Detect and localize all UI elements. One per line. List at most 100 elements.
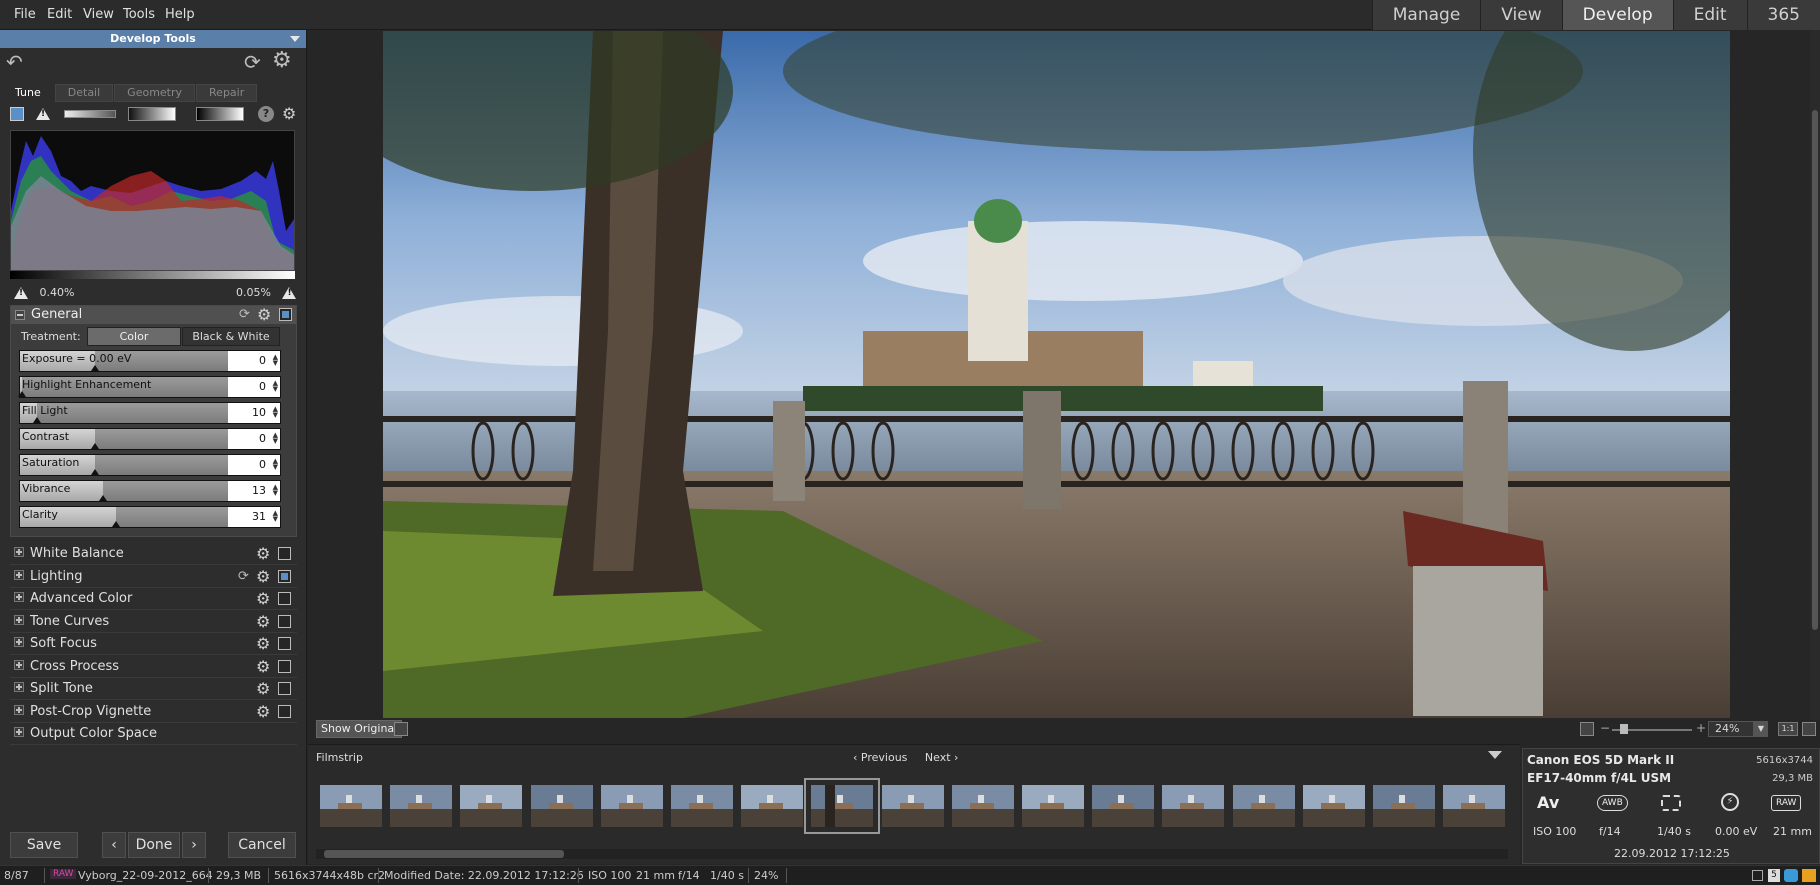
tab-tune[interactable]: Tune bbox=[4, 84, 54, 102]
section-gear-icon[interactable]: ⚙ bbox=[256, 568, 270, 585]
filmstrip-thumbnail[interactable] bbox=[460, 785, 523, 827]
section-enable-checkbox[interactable] bbox=[278, 704, 291, 718]
slider-knob[interactable] bbox=[91, 365, 99, 371]
filmstrip-thumbnail[interactable] bbox=[600, 785, 663, 827]
slider-3[interactable]: Contrast 0 ▲ ▼ bbox=[19, 428, 281, 450]
mode-develop[interactable]: Develop bbox=[1561, 0, 1673, 30]
previous-image-button[interactable]: ‹ bbox=[102, 832, 126, 858]
compare-icon[interactable] bbox=[394, 722, 408, 736]
filmstrip-thumbnail[interactable] bbox=[1443, 785, 1506, 827]
save-button[interactable]: Save bbox=[10, 832, 78, 858]
spinner-icon[interactable]: ▲ ▼ bbox=[273, 458, 278, 471]
collapse-minus-icon[interactable] bbox=[15, 310, 25, 320]
section-gear-icon[interactable]: ⚙ bbox=[256, 703, 270, 720]
filmstrip-previous[interactable]: ‹ Previous bbox=[853, 751, 907, 764]
general-reset-icon[interactable]: ⟳ bbox=[239, 308, 250, 322]
fit-screen-icon[interactable] bbox=[1802, 722, 1816, 736]
expand-plus-icon[interactable] bbox=[14, 637, 24, 647]
section-4[interactable]: Soft Focus ⚙ bbox=[10, 633, 297, 655]
slider-knob[interactable] bbox=[99, 495, 107, 501]
shadow-clip-warning-icon[interactable] bbox=[14, 287, 28, 299]
menu-help[interactable]: Help bbox=[165, 7, 195, 22]
section-2[interactable]: Advanced Color ⚙ bbox=[10, 588, 297, 610]
slider-0[interactable]: Exposure = 0.00 eV 0 ▲ ▼ bbox=[19, 350, 281, 372]
tab-geometry[interactable]: Geometry bbox=[114, 84, 196, 102]
shadow-gradient-icon[interactable] bbox=[128, 107, 176, 121]
filmstrip-thumbnail[interactable] bbox=[741, 785, 804, 827]
collapse-triangle-icon[interactable] bbox=[290, 36, 300, 42]
slider-knob[interactable] bbox=[33, 417, 41, 423]
zoom-in-icon[interactable]: + bbox=[1696, 721, 1706, 735]
section-gear-icon[interactable]: ⚙ bbox=[256, 613, 270, 630]
filmstrip-scroll-thumb[interactable] bbox=[324, 850, 564, 858]
spinner-icon[interactable]: ▲ ▼ bbox=[273, 484, 278, 497]
cancel-button[interactable]: Cancel bbox=[228, 832, 296, 858]
filmstrip-thumbnail[interactable] bbox=[390, 785, 453, 827]
treatment-color-button[interactable]: Color bbox=[87, 327, 181, 346]
filmstrip-thumbnail[interactable] bbox=[1232, 785, 1295, 827]
spinner-icon[interactable]: ▲ ▼ bbox=[273, 406, 278, 419]
expand-plus-icon[interactable] bbox=[14, 614, 24, 625]
filmstrip-next[interactable]: Next › bbox=[925, 751, 959, 764]
filmstrip-thumbnail[interactable] bbox=[1302, 785, 1365, 827]
section-6[interactable]: Split Tone ⚙ bbox=[10, 678, 297, 700]
section-gear-icon[interactable]: ⚙ bbox=[256, 658, 270, 675]
slider-5[interactable]: Vibrance 13 ▲ ▼ bbox=[19, 480, 281, 502]
expand-plus-icon[interactable] bbox=[14, 727, 24, 737]
mode-manage[interactable]: Manage bbox=[1371, 0, 1481, 30]
tab-detail[interactable]: Detail bbox=[54, 84, 114, 102]
section-7[interactable]: Post-Crop Vignette ⚙ bbox=[10, 701, 297, 723]
mode-edit[interactable]: Edit bbox=[1672, 0, 1747, 30]
section-enable-checkbox[interactable] bbox=[278, 592, 291, 605]
mode-view[interactable]: View bbox=[1480, 0, 1562, 30]
section-reset-icon[interactable]: ⟳ bbox=[238, 569, 249, 584]
general-enable-checkbox[interactable] bbox=[279, 308, 292, 321]
mode-365[interactable]: 365 bbox=[1746, 0, 1820, 30]
filmstrip-thumbnail[interactable] bbox=[951, 785, 1014, 827]
scrollbar-thumb[interactable] bbox=[1812, 110, 1818, 630]
filmstrip-thumbnail[interactable] bbox=[1092, 785, 1155, 827]
filmstrip-thumbnail[interactable] bbox=[1373, 785, 1435, 827]
expand-plus-icon[interactable] bbox=[14, 547, 24, 557]
filmstrip-thumbnail[interactable] bbox=[804, 778, 881, 834]
general-gear-icon[interactable]: ⚙ bbox=[257, 307, 271, 323]
expand-plus-icon[interactable] bbox=[14, 659, 24, 670]
clipping-warning-icon[interactable] bbox=[36, 108, 50, 120]
expand-plus-icon[interactable] bbox=[14, 569, 24, 580]
zoom-slider-knob[interactable] bbox=[1620, 724, 1628, 734]
zoom-level-field[interactable]: 24% bbox=[1708, 721, 1754, 737]
settings-gear-icon[interactable]: ⚙ bbox=[272, 48, 292, 73]
brightness-slider-icon[interactable] bbox=[64, 110, 116, 118]
slider-knob[interactable] bbox=[112, 521, 120, 527]
section-8[interactable]: Output Color Space bbox=[10, 723, 297, 745]
section-enable-checkbox[interactable] bbox=[278, 614, 291, 628]
slider-knob[interactable] bbox=[18, 391, 26, 397]
navigator-icon[interactable] bbox=[1580, 722, 1594, 736]
filmstrip-thumbnail[interactable] bbox=[1022, 785, 1084, 827]
expand-plus-icon[interactable] bbox=[14, 682, 24, 692]
tab-repair[interactable]: Repair bbox=[196, 84, 258, 102]
slider-2[interactable]: Fill Light 10 ▲ ▼ bbox=[19, 402, 281, 424]
menu-tools[interactable]: Tools bbox=[123, 7, 155, 22]
section-5[interactable]: Cross Process ⚙ bbox=[10, 656, 297, 678]
menu-file[interactable]: File bbox=[14, 7, 36, 22]
layout-icon[interactable] bbox=[1752, 870, 1763, 881]
menu-view[interactable]: View bbox=[83, 7, 114, 22]
expand-plus-icon[interactable] bbox=[14, 704, 24, 715]
spinner-icon[interactable]: ▲ ▼ bbox=[273, 380, 278, 393]
viewer-vertical-scrollbar[interactable] bbox=[1810, 30, 1820, 720]
filmstrip-scrollbar[interactable] bbox=[316, 849, 1508, 859]
menu-edit[interactable]: Edit bbox=[47, 7, 72, 22]
section-1[interactable]: Lighting ⟳ ⚙ bbox=[10, 566, 297, 588]
slider-knob[interactable] bbox=[91, 443, 99, 449]
zoom-out-icon[interactable]: − bbox=[1600, 721, 1610, 735]
highlight-clip-warning-icon[interactable] bbox=[282, 287, 297, 299]
slider-6[interactable]: Clarity 31 ▲ ▼ bbox=[19, 506, 281, 528]
section-3[interactable]: Tone Curves ⚙ bbox=[10, 611, 297, 633]
highlight-gradient-icon[interactable] bbox=[196, 107, 244, 121]
refresh-icon[interactable]: ⟳ bbox=[244, 50, 261, 74]
slider-4[interactable]: Saturation 0 ▲ ▼ bbox=[19, 454, 281, 476]
spinner-icon[interactable]: ▲ ▼ bbox=[273, 354, 278, 367]
expand-plus-icon[interactable] bbox=[14, 592, 24, 602]
zoom-dropdown-icon[interactable]: ▼ bbox=[1754, 721, 1768, 737]
